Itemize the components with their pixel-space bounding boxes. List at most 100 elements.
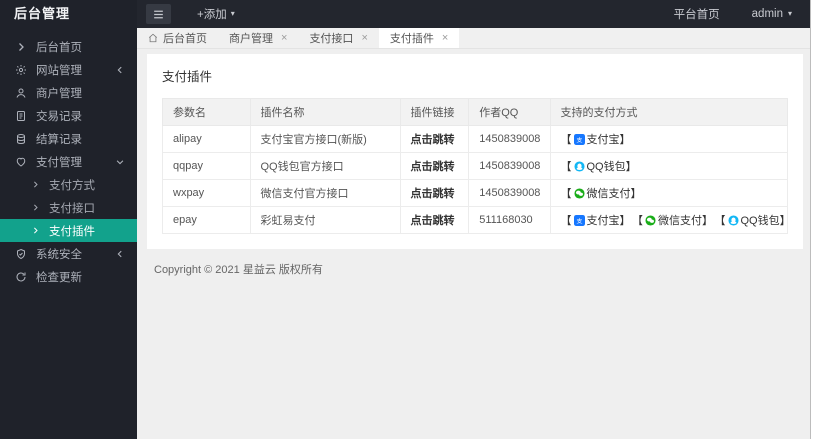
table-wrap: 参数名 插件名称 插件链接 作者QQ 支持的支付方式 alipay 支付宝官方接口(新版)… [147,95,803,249]
sidebar-item-label: 系统安全 [36,248,82,261]
cell-author-qq: 1450839008 [468,152,551,180]
admin-app: 后台管理 +添加 ▾ 平台首页 admin ▾ 后台首页 网站管理 商户管理 交易记录… [0,0,811,439]
cell-methods: 【微信支付】 [549,179,788,207]
table-row: qqpay QQ钱包官方接口 点击跳转 1450839008 【QQ钱包】 [162,152,788,180]
close-icon[interactable]: × [361,32,367,44]
gear-icon [15,64,27,76]
cell-author-qq: 511168030 [468,206,551,234]
cell-plugin-link: 点击跳转 [399,179,470,207]
jump-link[interactable]: 点击跳转 [411,188,455,200]
main-content: 支付插件 参数名 插件名称 插件链接 作者QQ 支持的支付方式 alipay 支付宝官方接… [137,49,810,439]
cell-author-qq: 1450839008 [468,125,551,153]
table-row: alipay 支付宝官方接口(新版) 点击跳转 1450839008 【支支付宝】 [162,125,788,153]
sidebar-item-label: 商户管理 [36,87,82,100]
jump-link[interactable]: 点击跳转 [411,215,455,227]
payment-method-label: 微信支付 [658,215,702,227]
cell-param: wxpay [162,179,251,207]
sidebar-subitem-label: 支付插件 [49,225,95,238]
payment-plugins-panel: 支付插件 参数名 插件名称 插件链接 作者QQ 支持的支付方式 alipay 支付宝官方接… [147,54,803,249]
payment-method-badge: 【QQ钱包】 [560,160,637,173]
cell-plugin-name: QQ钱包官方接口 [249,152,401,180]
sidebar-item[interactable]: 网站管理 [0,58,137,81]
payment-method-badge: 【微信支付】 [637,214,713,227]
cell-author-qq: 1450839008 [468,179,551,207]
platform-home-link[interactable]: 平台首页 [674,6,720,22]
app-title: 后台管理 [0,0,137,28]
sidebar-item[interactable]: 商户管理 [0,81,137,104]
payment-method-label: 支付宝 [586,134,620,146]
refresh-icon [15,271,27,283]
jump-link[interactable]: 点击跳转 [411,161,455,173]
sidebar-item[interactable]: 支付管理 [0,150,137,173]
cell-plugin-name: 微信支付官方接口 [249,179,401,207]
sidebar-item-label: 网站管理 [36,64,82,77]
tab-label: 支付插件 [389,33,434,45]
sidebar-subitem-label: 支付接口 [49,202,95,215]
coins-icon [15,133,27,145]
add-dropdown[interactable]: +添加 ▾ [197,6,235,22]
cell-methods: 【QQ钱包】 [549,152,788,180]
sidebar-subitem[interactable]: 支付接口 [0,196,137,219]
chevron-left-icon [115,249,125,259]
payment-method-label: QQ钱包 [740,215,780,227]
topbar-right: 平台首页 admin ▾ [674,6,810,22]
payment-method-label: 支付宝 [586,215,620,227]
chevron-down-icon [115,157,125,167]
sidebar-item-label: 后台首页 [36,41,82,54]
plugins-table: 参数名 插件名称 插件链接 作者QQ 支持的支付方式 alipay 支付宝官方接口(新版)… [162,98,788,234]
column-header: 作者QQ [468,98,551,126]
tab-支付接口[interactable]: 支付接口 × [298,28,378,48]
cell-param: alipay [162,125,251,153]
table-row: wxpay 微信支付官方接口 点击跳转 1450839008 【微信支付】 [162,179,788,207]
alipay-icon: 支 [573,214,585,226]
cell-plugin-link: 点击跳转 [399,206,470,234]
alipay-icon: 支 [573,133,585,145]
jump-link[interactable]: 点击跳转 [411,134,455,146]
payment-method-badge: 【QQ钱包】 [720,214,787,227]
tab-支付插件[interactable]: 支付插件 × [378,28,460,48]
sidebar: 后台首页网站管理商户管理交易记录结算记录支付管理支付方式支付接口支付插件系统安全… [0,28,137,439]
chevron-right-icon [15,41,27,53]
cell-param: epay [162,206,251,234]
tab-商户管理[interactable]: 商户管理 × [218,28,298,48]
sidebar-item-label: 交易记录 [36,110,82,123]
copyright: Copyright © 2021 星益云 版权所有 [154,264,323,276]
tab-label: 支付接口 [309,33,354,45]
tab-label: 后台首页 [163,33,207,45]
user-icon [15,87,27,99]
close-icon[interactable]: × [442,32,448,44]
sidebar-item[interactable]: 检查更新 [0,265,137,288]
chevron-right-icon [31,203,40,212]
sidebar-item-label: 检查更新 [36,271,82,284]
chevron-right-icon [31,180,40,189]
sidebar-item-label: 支付管理 [36,156,82,169]
hamburger-icon[interactable] [146,4,171,24]
sidebar-subitem[interactable]: 支付方式 [0,173,137,196]
tab-label: 商户管理 [229,33,273,45]
sidebar-item[interactable]: 结算记录 [0,127,137,150]
sidebar-item[interactable]: 交易记录 [0,104,137,127]
sidebar-item[interactable]: 后台首页 [0,35,137,58]
qq-icon [573,160,585,172]
payment-method-badge: 【微信支付】 [560,187,642,200]
cell-param: qqpay [162,152,251,180]
chevron-right-icon [31,226,40,235]
qq-icon [727,214,739,226]
sidebar-subitem[interactable]: 支付插件 [0,219,137,242]
column-header: 参数名 [162,98,251,126]
tab-后台首页[interactable]: 后台首页 [137,28,218,48]
sidebar-subitem-label: 支付方式 [49,179,95,192]
table-header-row: 参数名 插件名称 插件链接 作者QQ 支持的支付方式 [162,98,788,126]
cell-methods: 【支支付宝】 [549,125,788,153]
payment-method-label: QQ钱包 [586,161,626,173]
tab-bar: 后台首页 商户管理 × 支付接口 × 支付插件 × [137,28,810,49]
wechat-icon [573,187,585,199]
cell-plugin-name: 支付宝官方接口(新版) [249,125,401,153]
heart-icon [15,156,27,168]
payment-method-badge: 【支支付宝】 [560,133,631,146]
sidebar-item[interactable]: 系统安全 [0,242,137,265]
username: admin [751,8,783,20]
payment-method-label: 微信支付 [586,188,631,200]
user-dropdown[interactable]: admin ▾ [752,8,792,20]
close-icon[interactable]: × [281,32,287,44]
